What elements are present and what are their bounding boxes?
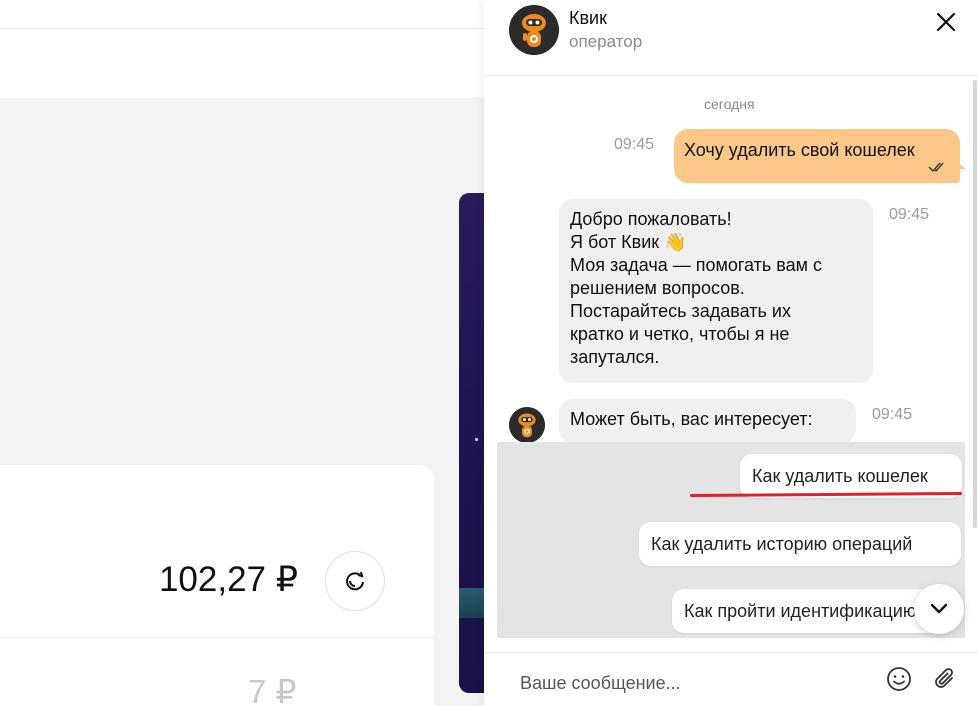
message-time: 09:45 [872, 406, 913, 423]
message-composer [484, 652, 978, 706]
message-input[interactable] [520, 673, 850, 694]
suggestion-identification[interactable]: Как пройти идентификацию [672, 589, 942, 633]
scroll-down-button[interactable] [914, 584, 964, 634]
refresh-balance-button[interactable] [325, 551, 385, 611]
close-icon [936, 12, 956, 32]
smile-icon [887, 667, 911, 691]
incoming-message: Может быть, вас интересует: [559, 399, 856, 443]
refresh-icon [346, 571, 364, 591]
secondary-amount: 7 ₽ [248, 673, 297, 706]
attach-button[interactable] [932, 666, 958, 692]
message-text: Может быть, вас интересует: [570, 408, 812, 431]
chat-scrollbar[interactable] [973, 80, 977, 528]
support-chat-panel: Квик оператор сегодня 09:45 Хочу удалить… [484, 0, 978, 706]
banner-star [475, 438, 478, 441]
date-separator: сегодня [704, 96, 755, 112]
wallet-balance: 102,27 ₽ [158, 560, 298, 599]
chat-message-list[interactable]: сегодня 09:45 Хочу удалить свой кошелек … [484, 77, 978, 652]
message-line: Моя задача — помогать вам с [570, 255, 823, 275]
background-header [0, 0, 484, 99]
message-line: Может быть, вас интересует: [570, 409, 813, 429]
chevron-down-icon [930, 603, 948, 614]
suggestion-delete-history[interactable]: Как удалить историю операций [639, 522, 961, 566]
message-line: решением вопросов. [570, 278, 745, 298]
bot-avatar-small [509, 407, 545, 443]
paperclip-icon [935, 668, 953, 688]
message-text: Добро пожаловать! Я бот Квик 👋 Моя задач… [570, 208, 822, 369]
read-checkmarks-icon [928, 158, 948, 177]
balance-card-divider [0, 637, 434, 638]
message-text: Хочу удалить свой кошелек [684, 140, 915, 160]
outgoing-message: Хочу удалить свой кошелек [674, 129, 960, 183]
chat-title: Квик [569, 8, 607, 28]
robot-icon [509, 407, 545, 443]
message-line: Я бот Квик 👋 [570, 232, 687, 252]
message-time: 09:45 [889, 206, 930, 223]
incoming-message: Добро пожаловать! Я бот Квик 👋 Моя задач… [559, 199, 873, 383]
message-line: кратко и четко, чтобы я не [570, 324, 790, 344]
message-line: Добро пожаловать! [570, 209, 732, 229]
message-time: 09:45 [614, 136, 655, 153]
message-line: запутался. [570, 347, 660, 367]
chat-subtitle: оператор [569, 32, 643, 51]
emoji-button[interactable] [886, 666, 912, 692]
chat-header: Квик оператор [484, 0, 978, 76]
robot-icon [509, 5, 559, 55]
message-line: Постарайтесь задавать их [570, 301, 791, 321]
bot-avatar [509, 5, 559, 55]
bubble-tail [956, 161, 966, 169]
background-header-divider [0, 28, 484, 29]
close-chat-button[interactable] [934, 10, 958, 34]
